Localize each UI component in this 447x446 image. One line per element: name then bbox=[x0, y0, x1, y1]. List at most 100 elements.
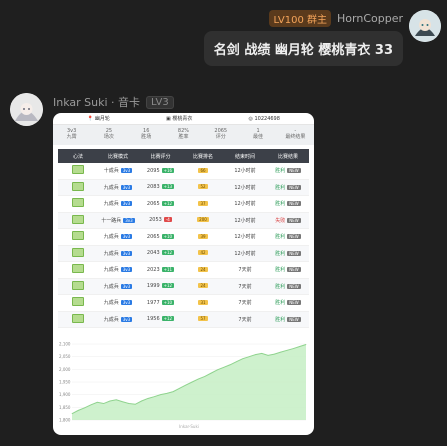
message-meta: Inkar Suki · 音卡 LV3 bbox=[53, 94, 174, 110]
cell-score: 1999 +12 bbox=[138, 283, 183, 289]
data-point bbox=[299, 346, 301, 347]
column-header: 比赛评分 bbox=[150, 153, 171, 160]
new-tag: NEW bbox=[287, 250, 301, 256]
result-label: 胜利 bbox=[275, 201, 286, 208]
new-tag: NEW bbox=[287, 267, 301, 273]
cell-score: 2023 +11 bbox=[138, 266, 183, 273]
message-meta: LV100 群主 HornCopper bbox=[269, 10, 403, 27]
kungfu-icon bbox=[72, 165, 84, 175]
cell-kungfu bbox=[58, 198, 98, 209]
cell-result: 胜利 NEW bbox=[267, 184, 309, 191]
data-point bbox=[242, 358, 244, 360]
mode-label: 九成兵 bbox=[103, 234, 119, 241]
card-info-bar: 📍 幽月轮 ▣ 樱桃青衣 ◎ 10224698 bbox=[53, 113, 314, 125]
mode-tag: 3v3 bbox=[120, 283, 133, 289]
cell-score: 2043 +12 bbox=[138, 250, 183, 256]
data-point bbox=[96, 401, 98, 403]
result-label: 胜利 bbox=[275, 316, 286, 323]
stat: 82% 胜率 bbox=[165, 125, 202, 145]
table-row: 九成兵 3v3 2023 +11 24 7天前 胜利 NEW bbox=[58, 262, 309, 279]
avatar[interactable] bbox=[10, 93, 43, 126]
arena-record-card[interactable]: 📍 幽月轮 ▣ 樱桃青衣 ◎ 10224698 3v3 九霄 25 场次 16 胜场 … bbox=[53, 113, 314, 435]
cell-rank: 31 bbox=[183, 299, 223, 306]
avatar-icon bbox=[10, 93, 43, 126]
stat-label: 评分 bbox=[215, 134, 226, 140]
result-label: 失败 bbox=[275, 217, 286, 224]
result-label: 胜利 bbox=[275, 184, 286, 191]
rank-badge: 24 bbox=[198, 283, 208, 289]
cell-rank: 57 bbox=[183, 316, 223, 322]
cell-mode: 九成兵 3v3 bbox=[98, 316, 138, 323]
data-point bbox=[153, 396, 155, 398]
data-point bbox=[141, 400, 142, 402]
cell-mode: 九成兵 3v3 bbox=[98, 299, 138, 306]
y-tick-label: 2,100 bbox=[59, 342, 71, 347]
rank-badge: 200 bbox=[197, 217, 209, 223]
cell-rank: 24 bbox=[183, 283, 223, 289]
mode-label: 九成兵 bbox=[103, 184, 119, 191]
stat: 2065 评分 bbox=[202, 125, 239, 145]
username[interactable]: HornCopper bbox=[337, 12, 403, 25]
cell-score: 2053 -4 bbox=[138, 217, 183, 223]
data-point bbox=[134, 403, 136, 405]
score-delta: +12 bbox=[161, 316, 175, 322]
role-info: ▣ 樱桃青衣 bbox=[166, 115, 192, 122]
cell-mode: 九成兵 3v3 bbox=[98, 250, 138, 257]
score-delta: +12 bbox=[161, 283, 175, 289]
cell-result: 胜利 NEW bbox=[267, 200, 309, 207]
data-point bbox=[210, 372, 212, 374]
data-point bbox=[204, 376, 206, 377]
cell-kungfu bbox=[58, 214, 98, 226]
mode-tag: 3v3 bbox=[123, 217, 135, 223]
data-point bbox=[115, 399, 117, 401]
kungfu-icon bbox=[72, 198, 84, 208]
new-tag: NEW bbox=[287, 184, 301, 190]
y-tick-label: 2,000 bbox=[59, 367, 71, 372]
stat-label: 最终结果 bbox=[285, 134, 306, 140]
mode-label: 九成兵 bbox=[103, 201, 119, 208]
mode-tag: 3v3 bbox=[120, 201, 133, 207]
server-info: 📍 幽月轮 bbox=[87, 115, 110, 122]
data-point bbox=[229, 364, 231, 366]
y-tick-label: 1,900 bbox=[59, 392, 71, 397]
data-point bbox=[248, 356, 250, 358]
rank-badge: 57 bbox=[198, 316, 208, 322]
data-point bbox=[280, 351, 282, 353]
score-value: 2065 bbox=[146, 233, 160, 240]
stat: 1 最佳 bbox=[239, 125, 276, 145]
stat-label: 胜率 bbox=[178, 134, 189, 140]
rank-badge: 31 bbox=[198, 299, 208, 305]
score-value: 2095 bbox=[146, 167, 160, 174]
table-row: 九成兵 3v3 2043 +12 42 12小时前 胜利 NEW bbox=[58, 245, 309, 262]
avatar[interactable] bbox=[409, 10, 441, 42]
cell-mode: 十一路兵 3v3 bbox=[98, 217, 138, 224]
rank-badge: 52 bbox=[198, 184, 208, 190]
stat: 3v3 九霄 bbox=[53, 125, 90, 145]
new-tag: NEW bbox=[287, 201, 301, 207]
mode-tag: 3v3 bbox=[120, 168, 133, 174]
cell-mode: 十成兵 3v3 bbox=[98, 167, 138, 174]
message-bubble[interactable]: 名剑 战绩 幽月轮 樱桃青衣 33 bbox=[203, 31, 403, 66]
column-header: 结束时间 bbox=[234, 153, 255, 160]
cell-result: 胜利 NEW bbox=[267, 250, 309, 257]
score-delta: +13 bbox=[161, 184, 175, 190]
mode-tag: 3v3 bbox=[120, 300, 133, 306]
table-row: 九成兵 3v3 1999 +12 24 7天前 胜利 NEW bbox=[58, 278, 309, 295]
mode-label: 十一路兵 bbox=[101, 217, 122, 224]
stat-label: 场次 bbox=[103, 134, 114, 140]
data-point bbox=[261, 353, 263, 354]
score-delta: +16 bbox=[161, 167, 175, 173]
role-name: 樱桃青衣 bbox=[172, 116, 193, 122]
kungfu-icon bbox=[72, 181, 84, 191]
data-point bbox=[84, 407, 85, 409]
cell-rank: 42 bbox=[183, 250, 223, 256]
stats-row: 3v3 九霄 25 场次 16 胜场 82% 胜率 2065 评分 1 最佳 - 最终结果 bbox=[53, 125, 314, 145]
username[interactable]: Inkar Suki · 音卡 bbox=[53, 94, 140, 110]
records-table: 心法 比赛模式 比赛评分 比赛排名 结束时间 比赛结果 十成兵 3v3 2095 +1… bbox=[58, 149, 309, 328]
series-area bbox=[72, 344, 306, 420]
mode-label: 九成兵 bbox=[103, 250, 119, 257]
data-point bbox=[191, 381, 193, 383]
mode-label: 十成兵 bbox=[103, 168, 119, 175]
kungfu-icon bbox=[72, 214, 84, 224]
cell-kungfu bbox=[58, 313, 98, 325]
